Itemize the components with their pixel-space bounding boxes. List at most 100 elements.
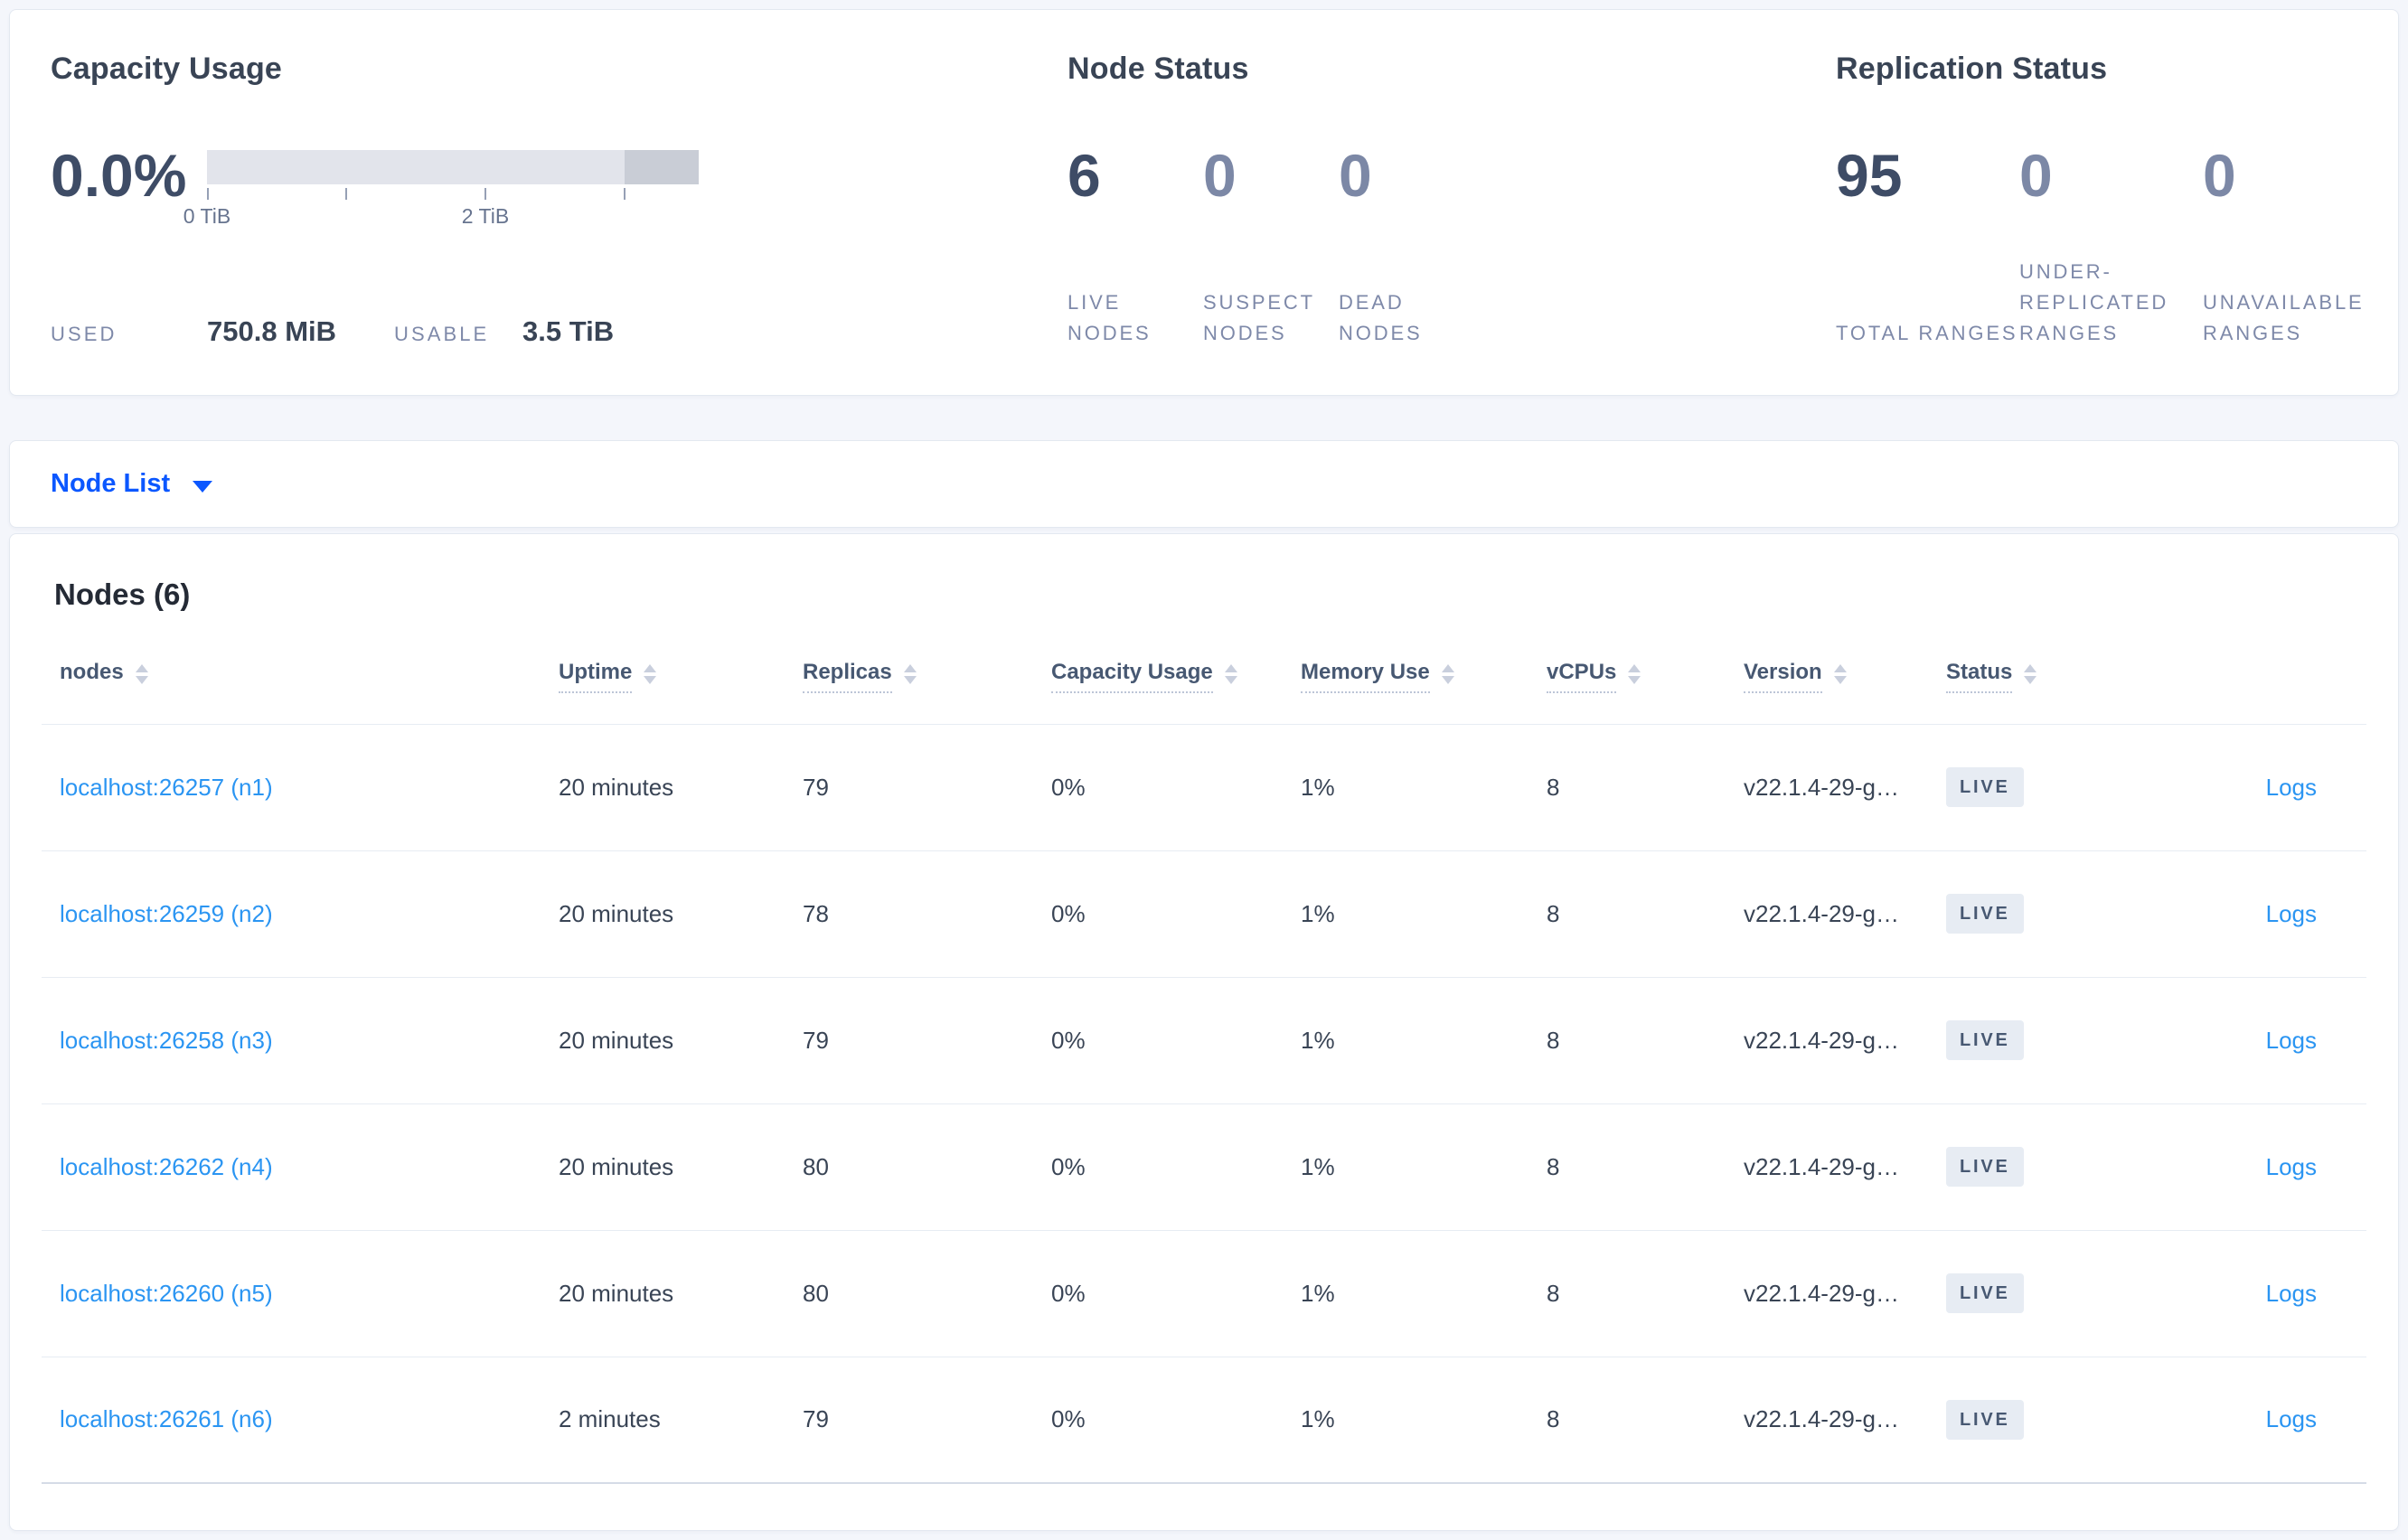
capacity-usage-cell: 0%: [1033, 1230, 1283, 1357]
vcpus-cell: 8: [1529, 1103, 1726, 1231]
version-cell: v22.1.4-29-g…: [1726, 850, 1928, 978]
under-replicated-ranges-value: 0: [2019, 142, 2053, 209]
replicas-cell: 79: [785, 1357, 1033, 1484]
unavailable-ranges-label: UNAVAILABLE RANGES: [2203, 290, 2365, 344]
cluster-overview-page: Capacity Usage 0.0% 0 TiB 2 TiB USED 750…: [0, 0, 2408, 1540]
capacity-bar-chart: 0 TiB 2 TiB: [183, 150, 699, 230]
axis-label-0tib: 0 TiB: [183, 204, 231, 228]
under-replicated-ranges-label: UNDER-REPLICATED RANGES: [2019, 259, 2169, 344]
logs-link[interactable]: Logs: [2266, 1280, 2317, 1307]
suspect-nodes-label: SUSPECT NODES: [1203, 290, 1315, 344]
used-label: USED: [51, 323, 118, 345]
capacity-usage-title: Capacity Usage: [51, 52, 283, 86]
column-header-replicas[interactable]: Replicas: [785, 630, 1033, 725]
dead-nodes-label: DEAD NODES: [1339, 290, 1423, 344]
status-badge: LIVE: [1946, 894, 2024, 934]
dead-nodes-value: 0: [1339, 142, 1372, 209]
memory-use-cell: 1%: [1283, 1103, 1529, 1231]
replicas-cell: 80: [785, 1103, 1033, 1231]
node-list-dropdown-bar: Node List: [9, 440, 2399, 528]
node-link[interactable]: localhost:26258 (n3): [60, 1027, 273, 1054]
replicas-cell: 80: [785, 1230, 1033, 1357]
column-header-version[interactable]: Version: [1726, 630, 1928, 725]
node-link[interactable]: localhost:26259 (n2): [60, 900, 273, 927]
memory-use-cell: 1%: [1283, 1230, 1529, 1357]
version-cell: v22.1.4-29-g…: [1726, 977, 1928, 1104]
uptime-cell: 20 minutes: [541, 1230, 785, 1357]
usable-label: USABLE: [394, 323, 490, 345]
capacity-usage-cell: 0%: [1033, 724, 1283, 851]
column-header-memory-use[interactable]: Memory Use: [1283, 630, 1529, 725]
node-link[interactable]: localhost:26257 (n1): [60, 774, 273, 801]
capacity-usage-cell: 0%: [1033, 1103, 1283, 1231]
table-row: localhost:26261 (n6) 2 minutes 79 0% 1% 8 v22.…: [42, 1357, 2366, 1484]
table-row: localhost:26262 (n4) 20 minutes 80 0% 1% 8 v22…: [42, 1103, 2366, 1231]
chevron-down-icon: [193, 480, 213, 493]
axis-label-2tib: 2 TiB: [461, 204, 510, 228]
logs-link[interactable]: Logs: [2266, 1405, 2317, 1432]
capacity-bar: [207, 150, 699, 184]
live-nodes-value: 6: [1068, 142, 1101, 209]
table-row: localhost:26259 (n2) 20 minutes 78 0% 1% 8 v22…: [42, 850, 2366, 978]
live-nodes-label: LIVE NODES: [1068, 290, 1152, 344]
status-badge: LIVE: [1946, 1020, 2024, 1060]
column-header-capacity-usage[interactable]: Capacity Usage: [1033, 630, 1283, 725]
column-header-status[interactable]: Status: [1928, 630, 2181, 725]
capacity-axis-ticks: [207, 184, 699, 200]
status-badge: LIVE: [1946, 1399, 2024, 1440]
version-cell: v22.1.4-29-g…: [1726, 1357, 1928, 1484]
uptime-cell: 20 minutes: [541, 724, 785, 851]
vcpus-cell: 8: [1529, 1357, 1726, 1484]
table-header-row: nodes Uptime Replicas Capacity Usage Mem…: [42, 630, 2366, 725]
logs-link[interactable]: Logs: [2266, 774, 2317, 801]
memory-use-cell: 1%: [1283, 724, 1529, 851]
vcpus-cell: 8: [1529, 1230, 1726, 1357]
status-badge: LIVE: [1946, 767, 2024, 807]
replication-status-title: Replication Status: [1836, 52, 2108, 86]
logs-link[interactable]: Logs: [2266, 900, 2317, 927]
used-value: 750.8 MiB: [207, 315, 337, 347]
capacity-usage-cell: 0%: [1033, 977, 1283, 1104]
sort-icon: [1441, 663, 1454, 684]
replicas-cell: 79: [785, 977, 1033, 1104]
logs-link[interactable]: Logs: [2266, 1027, 2317, 1054]
live-nodes-stat: 6 LIVE NODES: [1068, 142, 1203, 349]
nodes-table-body: localhost:26257 (n1) 20 minutes 79 0% 1% 8 v22…: [42, 724, 2366, 1484]
column-header-vcpus[interactable]: vCPUs: [1529, 630, 1726, 725]
cluster-summary-panel: Capacity Usage 0.0% 0 TiB 2 TiB USED 750…: [9, 9, 2399, 396]
sort-icon: [1224, 663, 1237, 684]
node-status-section: Node Status 6 LIVE NODES 0 SUSPECT NODES…: [1068, 51, 1836, 395]
node-link[interactable]: localhost:26261 (n6): [60, 1405, 273, 1432]
sort-icon: [1833, 663, 1847, 684]
total-ranges-label: TOTAL RANGES: [1836, 321, 2018, 344]
nodes-table: nodes Uptime Replicas Capacity Usage Mem…: [42, 630, 2366, 1484]
logs-link[interactable]: Logs: [2266, 1153, 2317, 1180]
capacity-usage-cell: 0%: [1033, 1357, 1283, 1484]
column-header-nodes[interactable]: nodes: [42, 630, 541, 725]
sort-icon: [1628, 663, 1641, 684]
uptime-cell: 20 minutes: [541, 850, 785, 978]
sort-icon: [644, 663, 657, 684]
version-cell: v22.1.4-29-g…: [1726, 1103, 1928, 1231]
node-link[interactable]: localhost:26262 (n4): [60, 1153, 273, 1180]
replicas-cell: 78: [785, 850, 1033, 978]
vcpus-cell: 8: [1529, 850, 1726, 978]
under-replicated-ranges-stat: 0 UNDER-REPLICATED RANGES: [2019, 142, 2203, 349]
version-cell: v22.1.4-29-g…: [1726, 1230, 1928, 1357]
status-badge: LIVE: [1946, 1273, 2024, 1313]
uptime-cell: 2 minutes: [541, 1357, 785, 1484]
nodes-table-card: Nodes (6) nodes Uptime Replicas Capacity…: [9, 533, 2399, 1531]
total-ranges-value: 95: [1836, 142, 1903, 209]
suspect-nodes-value: 0: [1203, 142, 1237, 209]
uptime-cell: 20 minutes: [541, 977, 785, 1104]
column-header-uptime[interactable]: Uptime: [541, 630, 785, 725]
node-link[interactable]: localhost:26260 (n5): [60, 1280, 273, 1307]
node-list-dropdown[interactable]: Node List: [51, 469, 213, 499]
total-ranges-stat: 95 TOTAL RANGES: [1836, 142, 2019, 349]
dead-nodes-stat: 0 DEAD NODES: [1339, 142, 1474, 349]
table-row: localhost:26257 (n1) 20 minutes 79 0% 1% 8 v22…: [42, 724, 2366, 851]
capacity-usage-cell: 0%: [1033, 850, 1283, 978]
unavailable-ranges-stat: 0 UNAVAILABLE RANGES: [2203, 146, 2386, 349]
usable-value: 3.5 TiB: [522, 315, 615, 347]
vcpus-cell: 8: [1529, 724, 1726, 851]
